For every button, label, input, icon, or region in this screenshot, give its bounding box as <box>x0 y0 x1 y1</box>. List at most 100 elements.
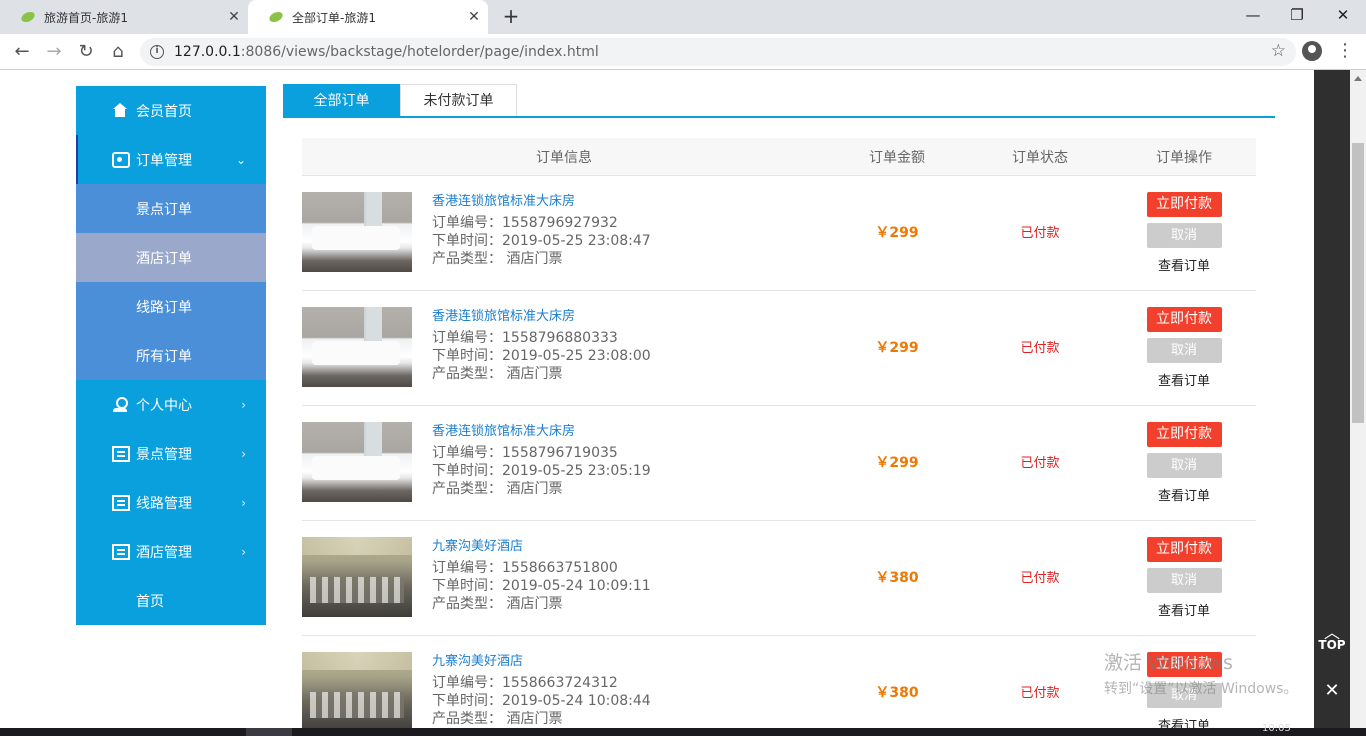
order-time: 2019-05-25 23:08:47 <box>502 233 651 249</box>
order-number: 1558796719035 <box>502 445 618 461</box>
site-info-icon[interactable]: i <box>150 45 164 59</box>
taskbar-item[interactable] <box>246 728 292 736</box>
page-scrollbar[interactable] <box>1350 70 1366 728</box>
browser-tab-orders[interactable]: 全部订单-旅游1 ✕ <box>248 0 488 34</box>
order-time: 2019-05-25 23:05:19 <box>502 463 651 479</box>
sidebar-item-label: 首页 <box>136 593 164 610</box>
order-amount: ￥380 <box>875 570 919 586</box>
sidebar-item-homepage[interactable]: 首页 <box>76 576 266 625</box>
hotel-hall-thumbnail[interactable] <box>302 652 412 728</box>
hotel-room-thumbnail[interactable] <box>302 307 412 387</box>
chevron-down-icon: ⌄ <box>235 152 246 167</box>
view-order-link[interactable]: 查看订单 <box>1112 715 1256 728</box>
pay-now-button[interactable]: 立即付款 <box>1146 652 1222 677</box>
cancel-button[interactable]: 取消 <box>1146 223 1222 248</box>
maximize-button[interactable]: ❐ <box>1274 0 1320 30</box>
header-order-status: 订单状态 <box>1012 149 1068 166</box>
hotel-room-thumbnail[interactable] <box>302 192 412 272</box>
page-viewport: 会员首页 订单管理 ⌄ 景点订单 酒店订单 线路订单 所有订单 个人中心 › 景… <box>0 70 1314 728</box>
sidebar-item-scenic-management[interactable]: 景点管理 › <box>76 429 266 478</box>
scroll-up-arrow-icon[interactable] <box>1354 76 1362 81</box>
order-actions: 立即付款 取消 查看订单 <box>1112 652 1256 728</box>
order-time-line: 下单时间：2019-05-25 23:08:47 <box>432 232 651 250</box>
sidebar-item-route-orders[interactable]: 线路订单 <box>76 282 266 331</box>
window-close-button[interactable]: ✕ <box>1320 0 1366 30</box>
card-icon <box>112 543 130 560</box>
tab-unpaid-orders[interactable]: 未付款订单 <box>400 84 517 116</box>
order-time-line: 下单时间：2019-05-25 23:05:19 <box>432 462 651 480</box>
table-row: 香港连锁旅馆标准大床房 订单编号：1558796719035 下单时间：2019… <box>302 406 1256 521</box>
order-time: 2019-05-24 10:09:11 <box>502 578 651 594</box>
hotel-hall-thumbnail[interactable] <box>302 537 412 617</box>
product-name-link[interactable]: 香港连锁旅馆标准大床房 <box>432 420 651 439</box>
cancel-button[interactable]: 取消 <box>1146 453 1222 478</box>
order-actions: 立即付款 取消 查看订单 <box>1112 307 1256 389</box>
close-toolbar-icon[interactable]: ✕ <box>1314 680 1350 701</box>
view-order-link[interactable]: 查看订单 <box>1112 255 1256 274</box>
order-number: 1558796880333 <box>502 330 618 346</box>
caret-up-icon: ︿ <box>1323 623 1340 642</box>
sidebar-item-label: 个人中心 <box>136 397 192 414</box>
pay-now-button[interactable]: 立即付款 <box>1146 422 1222 447</box>
scrollbar-thumb[interactable] <box>1352 143 1364 423</box>
view-order-link[interactable]: 查看订单 <box>1112 485 1256 504</box>
product-name-link[interactable]: 香港连锁旅馆标准大床房 <box>432 190 651 209</box>
pay-now-button[interactable]: 立即付款 <box>1146 537 1222 562</box>
product-type-line: 产品类型： 酒店门票 <box>432 710 651 728</box>
tab-all-orders[interactable]: 全部订单 <box>283 84 400 116</box>
browser-tab-home[interactable]: 旅游首页-旅游1 ✕ <box>0 0 248 34</box>
minimize-button[interactable]: — <box>1230 0 1276 30</box>
back-button[interactable]: ← <box>8 38 36 66</box>
cancel-button[interactable]: 取消 <box>1146 338 1222 363</box>
back-to-top-button[interactable]: ︿ TOP <box>1314 623 1350 653</box>
order-info: 九寨沟美好酒店 订单编号：1558663724312 下单时间：2019-05-… <box>432 650 651 728</box>
product-type-label: 产品类型： <box>432 481 502 497</box>
address-bar[interactable]: i 127.0.0.1:8086/views/backstage/hotelor… <box>140 38 1296 66</box>
sidebar-item-order-management[interactable]: 订单管理 ⌄ <box>76 135 266 184</box>
url-path: :8086/views/backstage/hotelorder/page/in… <box>240 44 599 60</box>
sidebar-item-member-home[interactable]: 会员首页 <box>76 86 266 135</box>
order-number-line: 订单编号：1558796719035 <box>432 444 651 462</box>
order-time-label: 下单时间： <box>432 348 502 364</box>
pay-now-button[interactable]: 立即付款 <box>1146 307 1222 332</box>
sidebar-item-label: 线路管理 <box>136 495 192 512</box>
view-order-link[interactable]: 查看订单 <box>1112 600 1256 619</box>
header-order-amount: 订单金额 <box>869 149 925 166</box>
sidebar-item-all-orders[interactable]: 所有订单 <box>76 331 266 380</box>
account-avatar-icon[interactable] <box>1302 41 1322 61</box>
cancel-button[interactable]: 取消 <box>1146 683 1222 708</box>
sidebar-item-label: 酒店订单 <box>136 250 192 267</box>
new-tab-button[interactable]: + <box>498 4 524 30</box>
home-button[interactable]: ⌂ <box>104 38 132 66</box>
reload-button[interactable]: ↻ <box>72 38 100 66</box>
product-name-link[interactable]: 香港连锁旅馆标准大床房 <box>432 305 651 324</box>
forward-button[interactable]: → <box>40 38 68 66</box>
close-tab-icon[interactable]: ✕ <box>460 9 488 25</box>
sidebar-item-label: 订单管理 <box>136 152 192 169</box>
product-name-link[interactable]: 九寨沟美好酒店 <box>432 535 651 554</box>
order-actions: 立即付款 取消 查看订单 <box>1112 422 1256 504</box>
bookmark-star-icon[interactable]: ☆ <box>1271 41 1286 61</box>
view-order-link[interactable]: 查看订单 <box>1112 370 1256 389</box>
close-tab-icon[interactable]: ✕ <box>220 9 248 25</box>
browser-menu-icon[interactable]: ⋮ <box>1336 40 1354 61</box>
product-name-link[interactable]: 九寨沟美好酒店 <box>432 650 651 669</box>
product-type-label: 产品类型： <box>432 711 502 727</box>
url-text[interactable]: 127.0.0.1:8086/views/backstage/hotelorde… <box>174 44 599 60</box>
sidebar-item-hotel-management[interactable]: 酒店管理 › <box>76 527 266 576</box>
order-number-line: 订单编号：1558796880333 <box>432 329 651 347</box>
order-number: 1558663724312 <box>502 675 618 691</box>
hotel-room-thumbnail[interactable] <box>302 422 412 502</box>
order-time: 2019-05-24 10:08:44 <box>502 693 651 709</box>
sidebar-item-personal-center[interactable]: 个人中心 › <box>76 380 266 429</box>
sidebar-item-route-management[interactable]: 线路管理 › <box>76 478 266 527</box>
order-number-label: 订单编号： <box>432 330 502 346</box>
order-number-label: 订单编号： <box>432 445 502 461</box>
pay-now-button[interactable]: 立即付款 <box>1146 192 1222 217</box>
cancel-button[interactable]: 取消 <box>1146 568 1222 593</box>
chevron-right-icon: › <box>241 544 246 559</box>
sidebar-item-hotel-orders[interactable]: 酒店订单 <box>76 233 266 282</box>
sidebar-menu: 会员首页 订单管理 ⌄ 景点订单 酒店订单 线路订单 所有订单 个人中心 › 景… <box>76 86 266 625</box>
order-number-label: 订单编号： <box>432 560 502 576</box>
sidebar-item-scenic-orders[interactable]: 景点订单 <box>76 184 266 233</box>
